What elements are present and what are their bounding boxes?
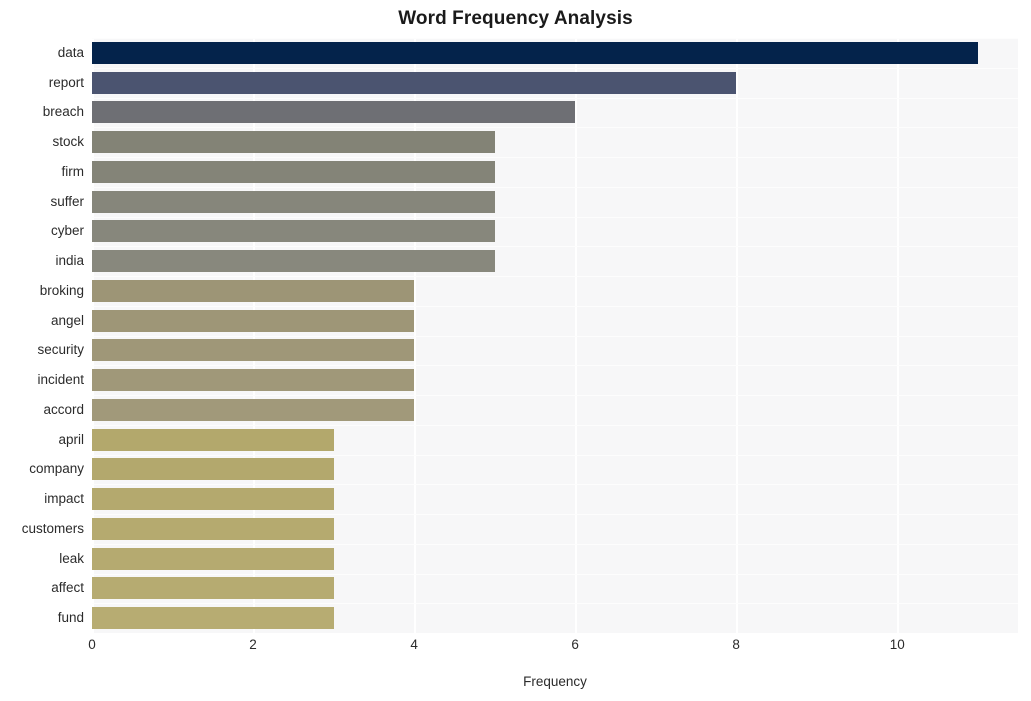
bar <box>92 458 334 481</box>
bar <box>92 309 415 332</box>
bar <box>92 131 495 154</box>
bar <box>92 220 495 243</box>
bar <box>92 369 415 392</box>
x-axis-tick-label: 0 <box>88 637 96 652</box>
y-axis-tick-label: fund <box>57 610 84 626</box>
bar <box>92 250 495 273</box>
gridline-horizontal <box>92 543 1018 545</box>
bar <box>92 339 415 362</box>
gridline-horizontal <box>92 365 1018 367</box>
y-axis-tick-label: suffer <box>50 193 84 209</box>
bar <box>92 607 334 630</box>
y-axis-tick-label: firm <box>61 163 85 179</box>
y-axis-tick-label: leak <box>59 550 84 566</box>
y-axis-tick-label: affect <box>51 580 84 596</box>
bar <box>92 577 334 600</box>
y-axis-tick-label: data <box>57 44 84 60</box>
y-axis-tick-label: angel <box>50 312 84 328</box>
bar <box>92 398 415 421</box>
gridline-horizontal <box>92 38 1018 40</box>
bar <box>92 71 737 94</box>
bar <box>92 190 495 213</box>
gridline-horizontal <box>92 97 1018 99</box>
gridline-horizontal <box>92 157 1018 159</box>
bar <box>92 547 334 570</box>
y-axis-tick-label: april <box>58 431 84 447</box>
bar <box>92 101 576 124</box>
plot-area <box>92 38 1018 633</box>
bar <box>92 488 334 511</box>
gridline-horizontal <box>92 395 1018 397</box>
gridline-horizontal <box>92 484 1018 486</box>
y-axis-tick-label: security <box>37 342 84 358</box>
gridline-horizontal <box>92 67 1018 69</box>
y-axis-tick-label: india <box>55 253 84 269</box>
y-axis-tick-label: accord <box>43 401 84 417</box>
x-axis-label: Frequency <box>523 674 587 689</box>
gridline-horizontal <box>92 514 1018 516</box>
x-axis-tick-label: 10 <box>889 637 905 652</box>
y-axis-tick-label: stock <box>52 134 84 150</box>
gridline-horizontal <box>92 246 1018 248</box>
x-axis-tick-label: 8 <box>732 637 740 652</box>
gridline-horizontal <box>92 127 1018 129</box>
bar <box>92 279 415 302</box>
gridline-horizontal <box>92 454 1018 456</box>
gridline-horizontal <box>92 603 1018 605</box>
bar <box>92 160 495 183</box>
bar <box>92 517 334 540</box>
y-axis-tick-label: impact <box>44 491 84 507</box>
y-axis-tick-label: breach <box>42 104 84 120</box>
x-axis-tick-label: 4 <box>410 637 418 652</box>
bar <box>92 41 978 64</box>
y-axis-tick-label: cyber <box>50 223 84 239</box>
x-axis-tick-label: 2 <box>249 637 257 652</box>
gridline-horizontal <box>92 216 1018 218</box>
gridline-horizontal <box>92 573 1018 575</box>
y-axis-tick-label: report <box>48 74 84 90</box>
x-axis-tick-labels: 0 2 4 6 8 10 <box>0 636 1031 658</box>
y-axis-tick-label: broking <box>39 282 84 298</box>
y-axis-tick-label: customers <box>21 520 84 536</box>
y-axis-tick-label: company <box>29 461 84 477</box>
gridline-horizontal <box>92 276 1018 278</box>
word-frequency-bar-chart: Word Frequency Analysis data report breach… <box>0 0 1031 701</box>
chart-title: Word Frequency Analysis <box>398 8 633 29</box>
y-axis-tick-labels: data report breach stock firm suffer cyber indi… <box>0 38 84 633</box>
x-axis-tick-label: 6 <box>571 637 579 652</box>
gridline-horizontal <box>92 186 1018 188</box>
gridline-horizontal <box>92 305 1018 307</box>
gridline-horizontal <box>92 424 1018 426</box>
bar <box>92 428 334 451</box>
y-axis-tick-label: incident <box>37 372 84 388</box>
gridline-horizontal <box>92 335 1018 337</box>
